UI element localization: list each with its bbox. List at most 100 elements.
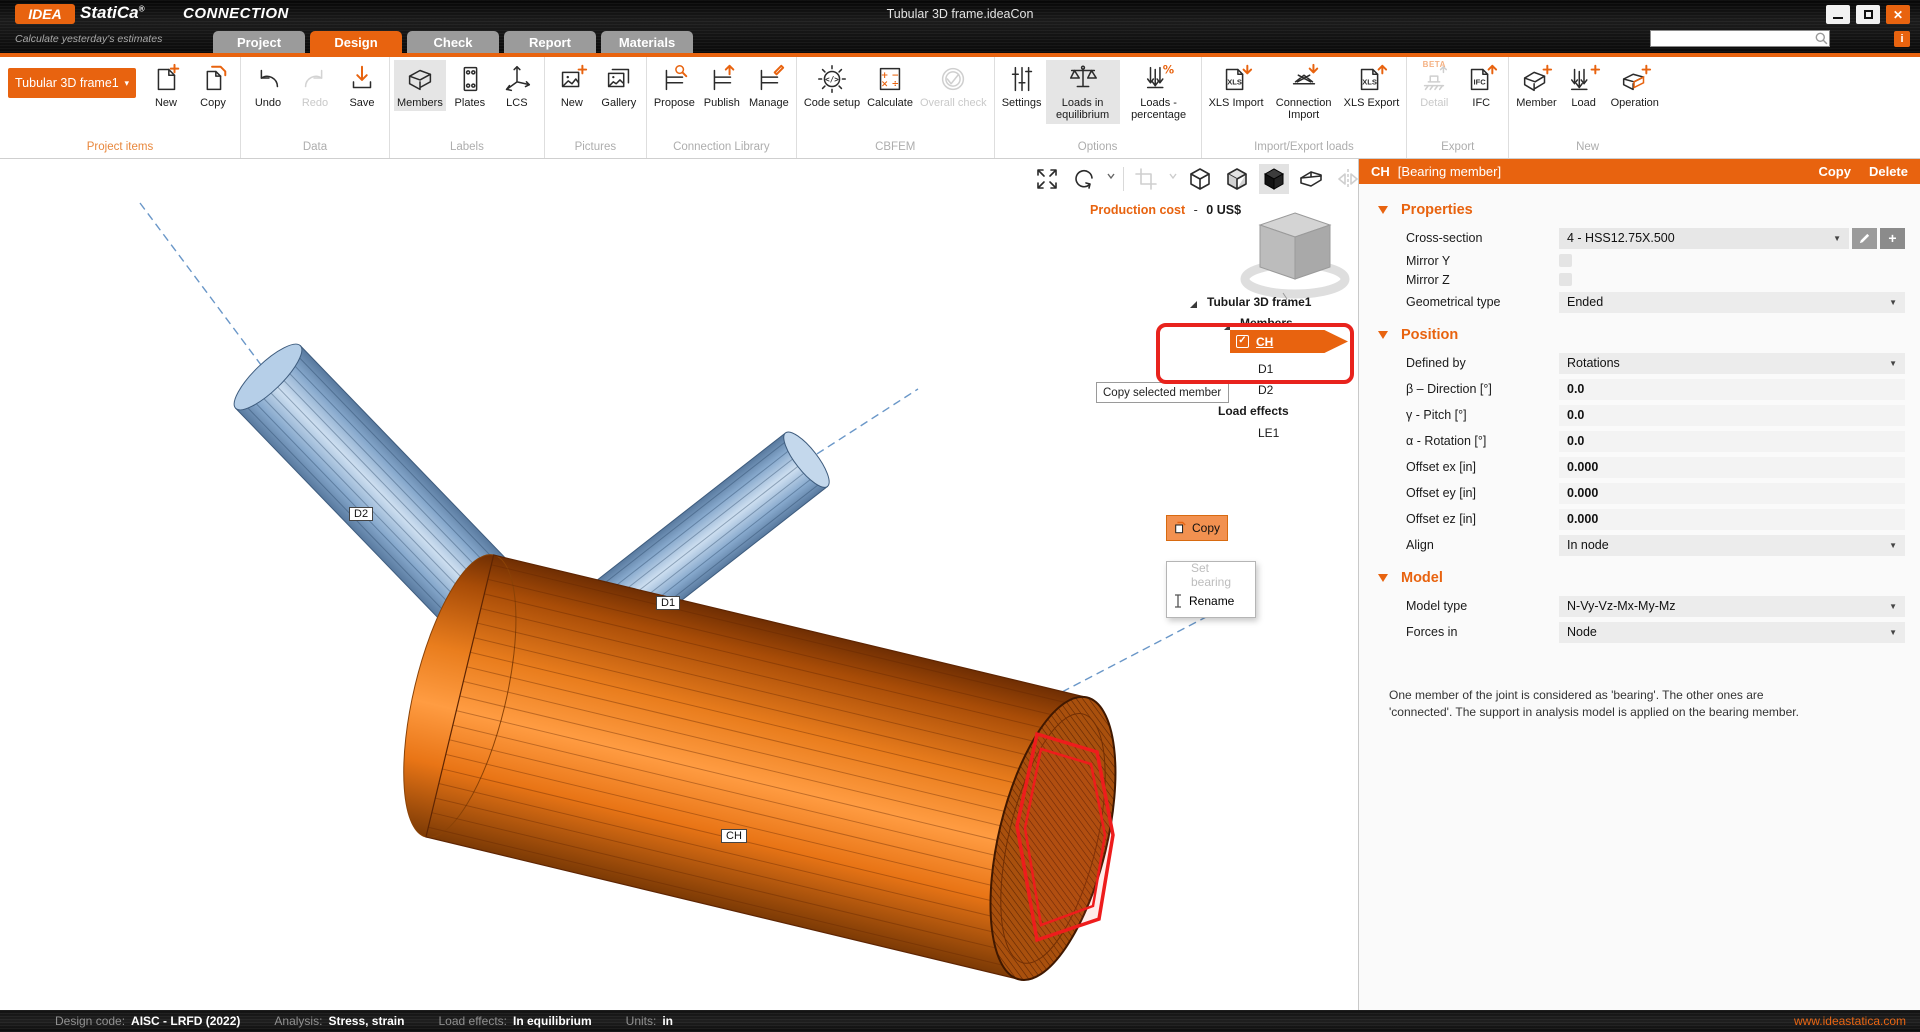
group-label-data: Data	[245, 140, 385, 158]
tree-item-ch-label[interactable]: CH	[1256, 335, 1273, 349]
axes-icon	[500, 62, 534, 96]
mirror-y-checkbox[interactable]	[1559, 254, 1572, 267]
offset-ez-input[interactable]: 0.000	[1559, 509, 1905, 530]
gallery-button[interactable]: Gallery	[596, 60, 642, 111]
context-menu-copy[interactable]: Copy	[1166, 515, 1228, 541]
tab-check[interactable]: Check	[407, 31, 499, 53]
ribbon-group-new: Member Load Operation New	[1509, 57, 1666, 158]
xls-import-button[interactable]: XLS XLS Import	[1206, 60, 1267, 111]
panel-copy-button[interactable]: Copy	[1818, 164, 1851, 179]
loads-percentage-button[interactable]: % Loads - percentage	[1121, 60, 1197, 124]
new-picture-button[interactable]: New	[549, 60, 595, 111]
lcs-button[interactable]: LCS	[494, 60, 540, 111]
code-setup-button[interactable]: </> Code setup	[801, 60, 863, 111]
wireframe-view-button[interactable]	[1185, 164, 1215, 194]
tab-report[interactable]: Report	[504, 31, 596, 53]
new-operation-button[interactable]: Operation	[1608, 60, 1662, 111]
calculate-icon: + −× ÷	[873, 62, 907, 96]
navigation-cube[interactable]	[1238, 205, 1353, 305]
tree-root-expander[interactable]	[1190, 297, 1197, 311]
plates-labels-button[interactable]: Plates	[447, 60, 493, 111]
panel-member-name: CH	[1371, 164, 1390, 179]
gallery-icon	[602, 62, 636, 96]
bearing-member-info-text: One member of the joint is considered as…	[1389, 687, 1820, 721]
tree-item-load-effects[interactable]: Load effects	[1218, 404, 1289, 418]
geometrical-type-dropdown[interactable]: Ended▼	[1559, 292, 1905, 313]
zoom-fit-button[interactable]	[1032, 164, 1062, 194]
defined-by-label: Defined by	[1406, 356, 1559, 370]
tree-members-expander[interactable]	[1224, 319, 1230, 333]
tree-item-d2[interactable]: D2	[1258, 383, 1273, 397]
context-menu-rename[interactable]: Rename	[1167, 588, 1255, 614]
save-button[interactable]: Save	[339, 60, 385, 111]
tree-item-d1[interactable]: D1	[1258, 362, 1273, 376]
alpha-rotation-input[interactable]: 0.0	[1559, 431, 1905, 452]
offset-ex-input[interactable]: 0.000	[1559, 457, 1905, 478]
solid-view-button[interactable]	[1259, 164, 1289, 194]
detail-export-button: BETA Detail	[1411, 60, 1457, 111]
website-link[interactable]: www.ideastatica.com	[1794, 1014, 1906, 1028]
search-input[interactable]	[1651, 32, 1814, 45]
ifc-export-button[interactable]: IFC IFC	[1458, 60, 1504, 111]
xls-export-icon: XLS	[1354, 62, 1388, 96]
defined-by-dropdown[interactable]: Rotations▼	[1559, 353, 1905, 374]
publish-button[interactable]: Publish	[699, 60, 745, 111]
calculate-button[interactable]: + −× ÷ Calculate	[864, 60, 916, 111]
close-button[interactable]: ✕	[1886, 5, 1910, 24]
svg-text:</>: </>	[825, 75, 839, 84]
edit-cross-section-button[interactable]	[1852, 228, 1877, 249]
collapse-triangle-icon[interactable]	[1378, 574, 1388, 582]
maximize-button[interactable]	[1856, 5, 1880, 24]
rotate-view-button[interactable]	[1069, 164, 1099, 194]
beta-direction-input[interactable]: 0.0	[1559, 379, 1905, 400]
loads-in-equilibrium-button[interactable]: Loads in equilibrium	[1046, 60, 1120, 124]
member-label-ch[interactable]: CH	[721, 829, 747, 843]
offset-ey-input[interactable]: 0.000	[1559, 483, 1905, 504]
copy-icon	[1174, 521, 1186, 535]
panel-delete-button[interactable]: Delete	[1869, 164, 1908, 179]
new-member-button[interactable]: Member	[1513, 60, 1559, 111]
hidden-line-view-button[interactable]	[1222, 164, 1252, 194]
tree-item-members[interactable]: Members	[1240, 316, 1293, 330]
tab-project[interactable]: Project	[213, 31, 305, 53]
collapse-triangle-icon[interactable]	[1378, 331, 1388, 339]
undo-button[interactable]: Undo	[245, 60, 291, 111]
member-label-d1[interactable]: D1	[656, 596, 680, 610]
project-item-selector[interactable]: Tubular 3D frame1 ▾	[8, 68, 136, 98]
viewport-3d-scene[interactable]	[0, 159, 1358, 1010]
cross-section-dropdown[interactable]: 4 - HSS12.75X.500▼	[1559, 228, 1849, 249]
copy-project-item-button[interactable]: Copy	[190, 60, 236, 111]
tab-materials[interactable]: Materials	[601, 31, 693, 53]
info-button[interactable]: i	[1894, 31, 1910, 47]
align-dropdown[interactable]: In node▼	[1559, 535, 1905, 556]
tree-item-le1[interactable]: LE1	[1258, 426, 1279, 440]
svg-text:XLS: XLS	[1227, 78, 1242, 87]
gamma-pitch-input[interactable]: 0.0	[1559, 405, 1905, 426]
mirror-z-checkbox[interactable]	[1559, 273, 1572, 286]
manage-button[interactable]: Manage	[746, 60, 792, 111]
load-effects-value: In equilibrium	[513, 1014, 592, 1028]
tree-item-project[interactable]: Tubular 3D frame1	[1207, 295, 1311, 309]
add-cross-section-button[interactable]: +	[1880, 228, 1905, 249]
xls-export-button[interactable]: XLS XLS Export	[1341, 60, 1403, 111]
minimize-button[interactable]	[1826, 5, 1850, 24]
tree-item-ch-selected[interactable]: ✓ CH	[1230, 330, 1348, 353]
member-ch-tube[interactable]	[381, 544, 1139, 992]
collapse-triangle-icon[interactable]	[1378, 206, 1388, 214]
members-labels-button[interactable]: Members	[394, 60, 446, 111]
settings-button[interactable]: Settings	[999, 60, 1045, 111]
ribbon-tabs: Project Design Check Report Materials	[213, 31, 693, 53]
viewport-3d[interactable]: Production cost - 0 US$ D2 D1 CH Tubular…	[0, 159, 1358, 1010]
new-project-item-button[interactable]: New	[143, 60, 189, 111]
member-label-d2[interactable]: D2	[349, 507, 373, 521]
connection-import-button[interactable]: Connection Import	[1268, 60, 1340, 124]
rotate-view-chevron-icon[interactable]	[1106, 163, 1116, 194]
search-box[interactable]	[1650, 30, 1830, 47]
ch-checkbox[interactable]: ✓	[1236, 335, 1249, 348]
model-type-dropdown[interactable]: N-Vy-Vz-Mx-My-Mz▼	[1559, 596, 1905, 617]
propose-button[interactable]: Propose	[651, 60, 698, 111]
tab-design[interactable]: Design	[310, 31, 402, 53]
forces-in-dropdown[interactable]: Node▼	[1559, 622, 1905, 643]
transparent-view-button[interactable]	[1296, 164, 1326, 194]
new-load-button[interactable]: Load	[1561, 60, 1607, 111]
